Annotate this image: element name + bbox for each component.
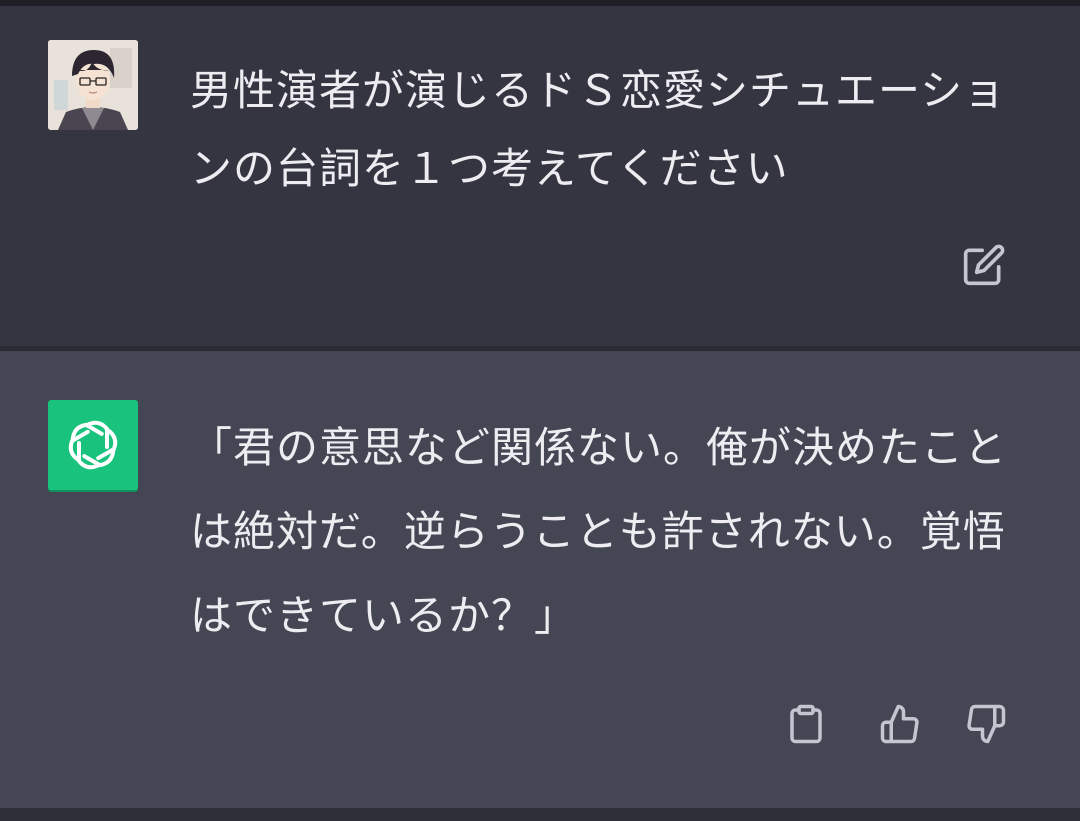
- bottom-bar: [0, 808, 1080, 821]
- user-message-text: 男性演者が演じるドＳ恋愛シチュエーションの台詞を１つ考えてください: [190, 66, 1007, 193]
- edit-button[interactable]: [960, 241, 1008, 289]
- clipboard-icon: [790, 704, 822, 744]
- thumbs-up-button[interactable]: [876, 700, 924, 748]
- copy-button[interactable]: [782, 700, 830, 748]
- assistant-message-text: 「君の意思など関係ない。俺が決めたことは絶対だ。逆らうことも許されない。覚悟はで…: [190, 423, 1008, 640]
- thumbs-up-icon: [880, 704, 919, 744]
- user-avatar: [48, 40, 138, 130]
- openai-logo-icon: [68, 420, 118, 470]
- edit-icon: [963, 244, 1005, 286]
- thumbs-down-button[interactable]: [962, 700, 1010, 748]
- chat-screen: 男性演者が演じるドＳ恋愛シチュエーションの台詞を１つ考えてください 「君の意思な…: [0, 0, 1080, 821]
- avatar-illustration-icon: [48, 40, 138, 130]
- thumbs-down-icon: [967, 704, 1006, 744]
- assistant-avatar: [48, 400, 138, 490]
